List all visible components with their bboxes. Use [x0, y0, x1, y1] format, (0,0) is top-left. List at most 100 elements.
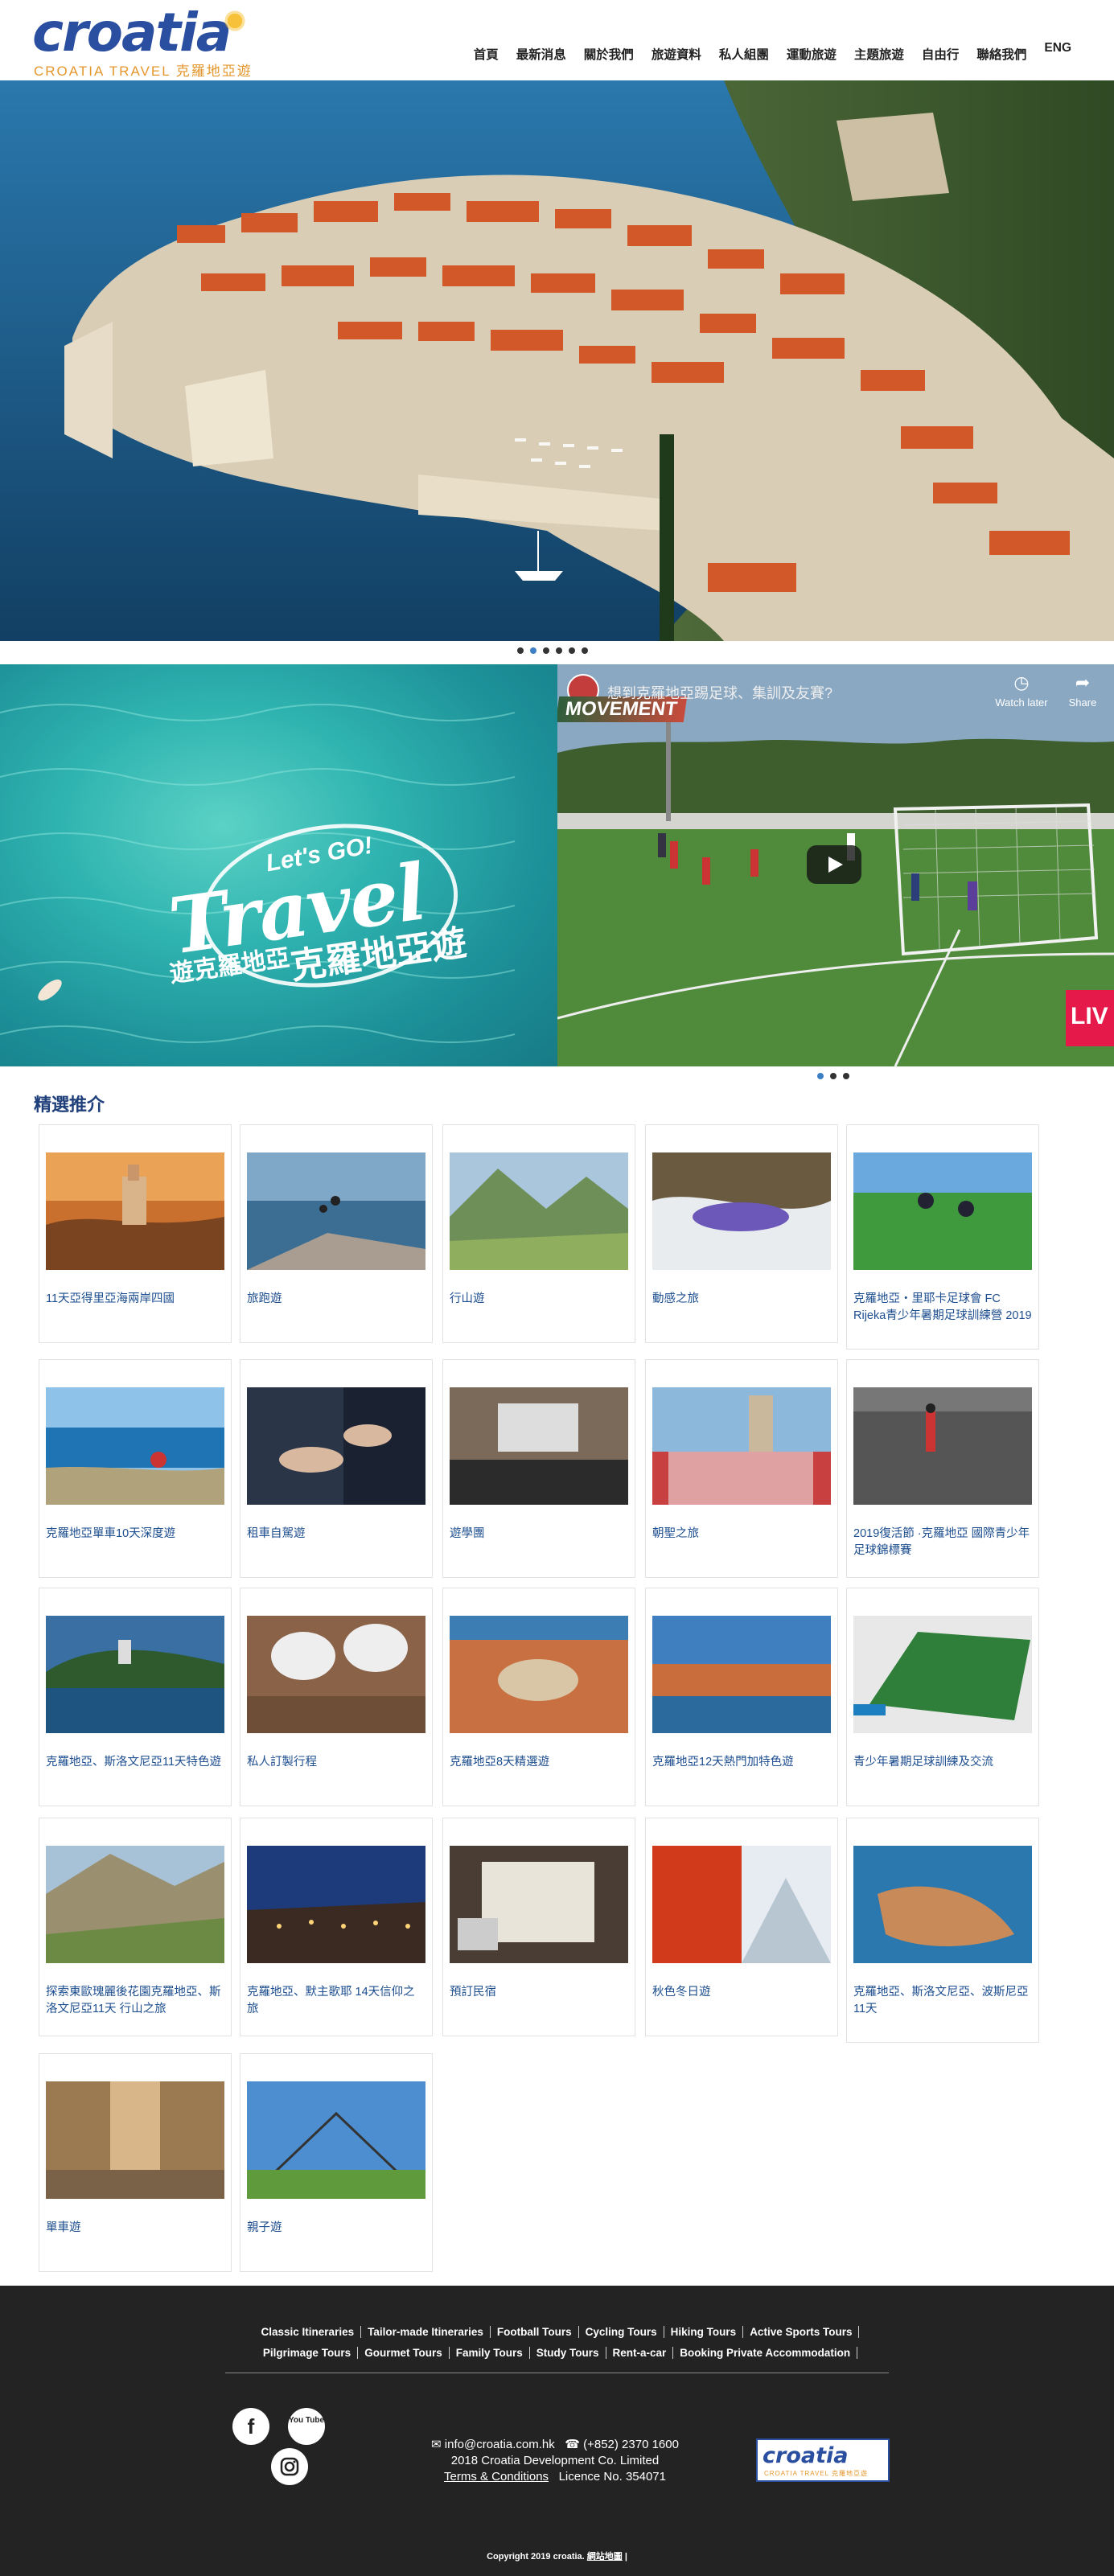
travel-graphic: Let's GO! Travel 遊克羅地亞 克羅地亞遊: [164, 807, 483, 1004]
featured-card[interactable]: 克羅地亞12天熱門加特色遊: [645, 1588, 838, 1806]
featured-card[interactable]: 青少年暑期足球訓練及交流: [846, 1588, 1039, 1806]
site-header: croatia CROATIA TRAVEL 克羅地亞遊 首頁 最新消息 關於我…: [0, 0, 1114, 80]
hero-dot-5[interactable]: [569, 647, 575, 654]
featured-card[interactable]: 遊學團: [442, 1359, 635, 1578]
hero-dot-2[interactable]: [530, 647, 536, 654]
featured-card[interactable]: 親子遊: [240, 2053, 433, 2272]
card-label: 秋色冬日遊: [652, 1986, 711, 1999]
featured-card[interactable]: 朝聖之旅: [645, 1359, 838, 1578]
card-label: 租車自駕遊: [247, 1527, 306, 1540]
contact-email[interactable]: info@croatia.com.hk: [445, 2438, 555, 2451]
card-image-lake-bled: [46, 1616, 224, 1733]
banner-dot-3[interactable]: [843, 1073, 849, 1079]
sitemap-link[interactable]: 網站地圖: [587, 2552, 623, 2562]
footer-logo[interactable]: croatia CROATIA TRAVEL 克羅地亞遊: [756, 2438, 890, 2482]
card-image-zadar-peninsula: [853, 1846, 1032, 1963]
terms-link[interactable]: Terms & Conditions: [444, 2470, 549, 2484]
footer-link[interactable]: Football Tours: [490, 2326, 579, 2338]
featured-card[interactable]: 克羅地亞・里耶卡足球會 FC Rijeka青少年暑期足球訓練營 2019: [846, 1124, 1039, 1350]
card-label: 遊學團: [450, 1527, 485, 1540]
youtube-video-embed[interactable]: MOVEMENT 想到克羅地亞踢足球、集訓及友賽? ◷ Watch later …: [557, 664, 1114, 1066]
card-image-mountain-hikers: [46, 1846, 224, 1963]
card-label: 單車遊: [46, 2221, 81, 2234]
card-label: 旅跑遊: [247, 1292, 282, 1305]
nav-item-travel-info[interactable]: 旅遊資料: [643, 45, 710, 63]
nav-item-home[interactable]: 首頁: [465, 45, 508, 63]
travel-banner[interactable]: Let's GO! Travel 遊克羅地亞 克羅地亞遊: [0, 664, 557, 1066]
company-name: 2018 Croatia Development Co. Limited: [450, 2454, 660, 2467]
featured-card[interactable]: 克羅地亞、斯洛文尼亞、波斯尼亞11天: [846, 1818, 1039, 2043]
nav-item-private-groups[interactable]: 私人組團: [710, 45, 778, 63]
logo-wordmark: croatia: [32, 2, 232, 64]
watch-later-label: Watch later: [995, 696, 1048, 709]
footer-link[interactable]: Rent-a-car: [606, 2347, 674, 2359]
card-label: 青少年暑期足球訓練及交流: [853, 1756, 993, 1769]
footer-link[interactable]: Study Tours: [529, 2347, 606, 2359]
nav-item-news[interactable]: 最新消息: [508, 45, 575, 63]
card-image-runners: [247, 1152, 425, 1270]
footer-link[interactable]: Booking Private Accommodation: [673, 2347, 858, 2359]
card-image-autumn-winter: [652, 1846, 831, 1963]
live-badge: LIV: [1066, 990, 1114, 1046]
nav-item-independent[interactable]: 自由行: [913, 45, 968, 63]
featured-card[interactable]: 旅跑遊: [240, 1124, 433, 1343]
footer-link[interactable]: Active Sports Tours: [743, 2326, 860, 2338]
featured-card[interactable]: 單車遊: [39, 2053, 232, 2272]
featured-card[interactable]: 探索東歐瑰麗後花園克羅地亞、斯洛文尼亞11天 行山之旅: [39, 1818, 232, 2036]
banner-dot-1[interactable]: [817, 1073, 824, 1079]
hero-dot-4[interactable]: [556, 647, 562, 654]
copyright-text: Copyright 2019 croatia.: [487, 2552, 585, 2562]
share-button[interactable]: ➦ Share: [1054, 672, 1111, 709]
featured-card[interactable]: 克羅地亞、默主歌耶 14天信仰之旅: [240, 1818, 433, 2036]
nav-item-theme-travel[interactable]: 主題旅遊: [845, 45, 913, 63]
featured-card[interactable]: 動感之旅: [645, 1124, 838, 1343]
hero-dot-1[interactable]: [517, 647, 524, 654]
featured-card[interactable]: 私人訂製行程: [240, 1588, 433, 1806]
featured-card[interactable]: 11天亞得里亞海兩岸四國: [39, 1124, 232, 1343]
logo-subtitle: CROATIA TRAVEL 克羅地亞遊: [34, 64, 253, 79]
play-button[interactable]: [807, 845, 861, 884]
featured-card[interactable]: 克羅地亞、斯洛文尼亞11天特色遊: [39, 1588, 232, 1806]
footer-link[interactable]: Tailor-made Itineraries: [361, 2326, 491, 2338]
contact-phone[interactable]: (+852) 2370 1600: [583, 2438, 679, 2451]
footer-link[interactable]: Family Tours: [449, 2347, 530, 2359]
phone-icon: ☎: [565, 2438, 580, 2451]
featured-card[interactable]: 租車自駕遊: [240, 1359, 433, 1578]
instagram-icon[interactable]: [271, 2448, 308, 2485]
language-switch[interactable]: ENG: [1035, 41, 1080, 59]
featured-card[interactable]: 克羅地亞8天精選遊: [442, 1588, 635, 1806]
footer-link[interactable]: Classic Itineraries: [254, 2326, 362, 2338]
featured-card[interactable]: 秋色冬日遊: [645, 1818, 838, 2036]
card-label: 克羅地亞12天熱門加特色遊: [652, 1756, 794, 1769]
contact-line-1: ✉ info@croatia.com.hk ☎ (+852) 2370 1600: [402, 2437, 708, 2453]
site-footer: Classic Itineraries Tailor-made Itinerari…: [0, 2286, 1114, 2576]
card-label: 私人訂製行程: [247, 1756, 317, 1769]
hero-dot-6[interactable]: [582, 647, 588, 654]
featured-card[interactable]: 行山遊: [442, 1124, 635, 1343]
featured-card[interactable]: 預訂民宿: [442, 1818, 635, 2036]
card-image-hiking: [450, 1152, 628, 1270]
card-image-old-town: [652, 1616, 831, 1733]
nav-item-sports-travel[interactable]: 運動旅遊: [778, 45, 845, 63]
footer-link[interactable]: Hiking Tours: [664, 2326, 744, 2338]
site-logo[interactable]: croatia CROATIA TRAVEL 克羅地亞遊: [32, 2, 298, 80]
facebook-icon[interactable]: f: [232, 2408, 269, 2445]
copyright: Copyright 2019 croatia. 網站地圖 |: [487, 2552, 627, 2562]
video-title[interactable]: 想到克羅地亞踢足球、集訓及友賽?: [607, 682, 832, 703]
banner-dot-2[interactable]: [830, 1073, 837, 1079]
featured-card[interactable]: 克羅地亞單車10天深度遊: [39, 1359, 232, 1578]
footer-link[interactable]: Gourmet Tours: [358, 2347, 450, 2359]
card-label: 克羅地亞、斯洛文尼亞11天特色遊: [46, 1756, 222, 1769]
footer-link[interactable]: Cycling Tours: [578, 2326, 664, 2338]
featured-card[interactable]: 2019復活節 ·克羅地亞 國際青少年足球錦標賽: [846, 1359, 1039, 1578]
hero-dot-3[interactable]: [543, 647, 549, 654]
card-label: 探索東歐瑰麗後花園克羅地亞、斯洛文尼亞11天 行山之旅: [46, 1986, 221, 2015]
footer-links-row-2: Pilgrimage Tours Gourmet Tours Family Tour…: [0, 2347, 1114, 2359]
footer-link[interactable]: Pilgrimage Tours: [256, 2347, 359, 2359]
nav-item-contact[interactable]: 聯絡我們: [968, 45, 1035, 63]
hero-slider: [0, 80, 1114, 641]
nav-item-about[interactable]: 關於我們: [575, 45, 643, 63]
card-label: 克羅地亞、默主歌耶 14天信仰之旅: [247, 1986, 415, 2015]
youtube-icon[interactable]: You Tube: [288, 2408, 325, 2445]
watch-later-button[interactable]: ◷ Watch later: [993, 672, 1050, 709]
